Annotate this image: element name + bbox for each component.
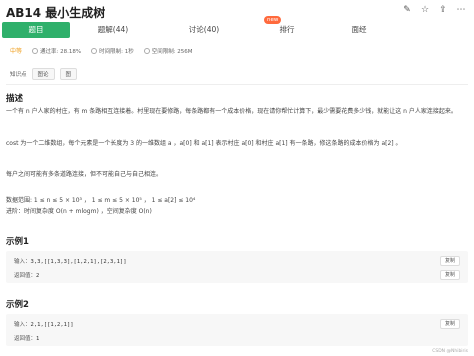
example-box: 输入：3,3,[[1,3,3],[1,2,1],[2,3,1]] 返回值：2 复… [6,251,468,283]
tab-problem[interactable]: 题目 [2,22,70,38]
output-label: 返回值： [14,336,37,342]
watermark: CSDN @Nhibiris [432,349,468,354]
time-limit: 时间限制: 1秒 [91,47,134,55]
space-limit: 空间限制: 256M [143,47,193,55]
example-heading: 示例1 [6,237,29,247]
example-output: 返回值：2 [14,271,39,279]
example-output: 返回值：1 [14,334,39,342]
description-heading: 描述 [6,94,24,104]
problem-title: AB14 最小生成树 [6,6,106,20]
description-paragraph: 每户之间可能有多条道路连接，但不可能自己与自己相连。 [6,171,163,178]
pass-rate-text: 通过率: 28.18% [40,48,82,55]
example-heading: 示例2 [6,300,29,310]
memory-icon [143,48,150,54]
input-value: 3,3,[[1,3,3],[1,2,1],[2,3,1]] [30,259,127,265]
input-label: 输入： [14,322,31,328]
tab-bar: 题目 题解(44) 讨论(40) 排行 面经 [0,22,474,38]
edit-icon[interactable]: ✎ [402,5,412,15]
data-range: 数据范围: 1 ≤ n ≤ 5 × 10³ ， 1 ≤ m ≤ 5 × 10⁵ … [6,197,196,204]
pass-rate: 通过率: 28.18% [32,47,81,55]
description-paragraph: cost 为一个二维数组，每个元素是一个长度为 3 的一维数组 a ，a[0] … [6,140,402,147]
knowledge-points: 知识点 图论 图 [10,68,78,80]
header: AB14 最小生成树 ✎ ☆ ⇪ ⋯ [0,0,474,22]
tab-solutions[interactable]: 题解(44) [70,22,156,38]
divider [6,84,468,85]
input-label: 输入： [14,259,31,265]
example-input: 输入：2,1,[[1,2,1]] [14,320,74,328]
time-limit-text: 时间限制: 1秒 [99,48,134,55]
advanced-complexity: 进阶：时间复杂度 O(n + mlogm) ，空间复杂度 O(n) [6,208,152,215]
new-badge: new [264,16,282,24]
header-actions: ✎ ☆ ⇪ ⋯ [402,5,466,15]
description-paragraph: 一个有 n 户人家的村庄，有 m 条路相互连接着。村里现在要修路，每条路都有一个… [6,108,457,115]
star-icon[interactable]: ☆ [420,5,430,15]
knowledge-tag[interactable]: 图论 [31,68,55,80]
share-icon[interactable]: ⇪ [438,5,448,15]
tab-interview[interactable]: 面经 [322,22,396,38]
copy-button[interactable]: 复制 [439,256,460,266]
output-label: 返回值： [14,273,37,279]
clock-icon [91,48,98,54]
tab-discussion[interactable]: 讨论(40) [156,22,252,38]
knowledge-label: 知识点 [10,72,27,78]
problem-meta: 中等 通过率: 28.18% 时间限制: 1秒 空间限制: 256M [10,46,193,55]
example-box: 输入：2,1,[[1,2,1]] 返回值：1 复制 [6,314,468,346]
difficulty-label: 中等 [10,48,23,55]
tab-ranking[interactable]: 排行 [252,22,322,38]
knowledge-tag[interactable]: 图 [59,68,78,80]
example-input: 输入：3,3,[[1,3,3],[1,2,1],[2,3,1]] [14,257,127,265]
output-value: 1 [36,336,40,342]
space-limit-text: 空间限制: 256M [151,48,193,55]
input-value: 2,1,[[1,2,1]] [30,322,74,328]
copy-button[interactable]: 复制 [439,319,460,329]
check-icon [32,48,39,54]
copy-button[interactable]: 复制 [439,270,460,280]
more-icon[interactable]: ⋯ [456,5,466,15]
output-value: 2 [36,273,40,279]
